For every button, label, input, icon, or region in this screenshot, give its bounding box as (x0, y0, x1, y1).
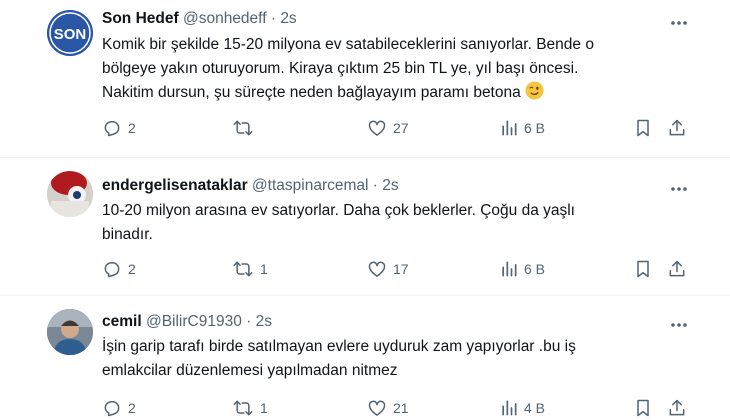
share-icon (669, 399, 685, 416)
action-bar: 2 1 17 6 B (0, 259, 730, 281)
tweet-text: 10-20 milyon arasına ev satıyorlar. Daha… (102, 199, 662, 247)
reply-button[interactable]: 2 (102, 118, 136, 138)
views-icon (502, 400, 517, 416)
svg-text:SON: SON (54, 26, 87, 43)
views-button[interactable]: 6 B (500, 259, 545, 279)
reply-count: 2 (128, 120, 136, 136)
retweet-count: 1 (260, 400, 268, 416)
tweet-3[interactable]: cemil @BilirC91930 · 2s İşin garip taraf… (0, 296, 730, 420)
share-icon (669, 119, 685, 136)
timestamp[interactable]: 2s (280, 10, 296, 27)
views-button[interactable]: 4 B (500, 398, 545, 418)
reply-button[interactable]: 2 (102, 259, 136, 279)
tweet-header: cemil @BilirC91930 · 2s (102, 313, 272, 331)
views-button[interactable]: 6 B (500, 118, 545, 138)
separator-dot: · (270, 10, 276, 27)
bookmark-icon (637, 260, 649, 278)
tweet-2[interactable]: endergelisenataklar @ttaspinarcemal · 2s… (0, 158, 730, 296)
reply-icon (104, 401, 120, 417)
user-handle[interactable]: @BilirC91930 (146, 313, 242, 330)
user-handle[interactable]: @ttaspinarcemal (252, 177, 369, 194)
like-count: 27 (393, 120, 409, 136)
retweet-icon (233, 400, 253, 416)
like-button[interactable]: 21 (367, 398, 409, 418)
share-icon (669, 260, 685, 277)
avatar-image (47, 171, 93, 217)
reply-count: 2 (128, 261, 136, 277)
more-icon[interactable] (668, 314, 690, 336)
tweet-header: Son Hedef @sonhedeff · 2s (102, 10, 297, 28)
timestamp[interactable]: 2s (382, 177, 398, 194)
views-count: 6 B (524, 261, 546, 277)
display-name[interactable]: Son Hedef (102, 10, 179, 27)
action-bar: 2 27 6 B (0, 118, 730, 140)
tweet-line: İşin garip tarafı birde satılmayan evler… (102, 338, 576, 355)
views-icon (502, 120, 517, 136)
avatar[interactable] (47, 309, 93, 355)
views-icon (502, 261, 517, 277)
tweet-line: Nakitim dursun, şu süreçte neden bağlaya… (102, 81, 662, 105)
share-button[interactable] (667, 118, 687, 138)
bookmark-button[interactable] (634, 398, 652, 418)
son-hedef-logo: SON (47, 10, 93, 56)
like-icon (368, 120, 386, 136)
tweet-line: bölgeye yakın oturuyorum. Kiraya çıktım … (102, 60, 579, 77)
avatar-image (47, 309, 93, 355)
display-name[interactable]: cemil (102, 313, 142, 330)
like-count: 21 (393, 400, 409, 416)
tweet-line: emlakcilar düzenlemesi yapılmadan nitmez (102, 362, 398, 379)
retweet-button[interactable]: 1 (232, 259, 268, 279)
share-button[interactable] (667, 259, 687, 279)
tweet-text: İşin garip tarafı birde satılmayan evler… (102, 335, 662, 383)
bookmark-icon (637, 399, 649, 417)
like-button[interactable]: 17 (367, 259, 409, 279)
user-handle[interactable]: @sonhedeff (183, 10, 267, 27)
views-count: 6 B (524, 120, 546, 136)
retweet-button[interactable]: 1 (232, 398, 268, 418)
like-icon (368, 261, 386, 277)
like-button[interactable]: 27 (367, 118, 409, 138)
share-button[interactable] (667, 398, 687, 418)
bookmark-icon (637, 119, 649, 137)
views-count: 4 B (524, 400, 546, 416)
like-icon (368, 400, 386, 416)
reply-icon (104, 121, 120, 137)
bookmark-button[interactable] (634, 259, 652, 279)
tweet-text: Komik bir şekilde 15-20 milyona ev satab… (102, 33, 662, 105)
tweet-line: binadır. (102, 226, 153, 243)
reply-count: 2 (128, 400, 136, 416)
action-bar: 2 1 21 4 B (0, 398, 730, 420)
more-icon[interactable] (668, 178, 690, 200)
avatar[interactable]: SON (47, 10, 93, 56)
separator-dot: · (372, 177, 378, 194)
retweet-count: 1 (260, 261, 268, 277)
display-name[interactable]: endergelisenataklar (102, 177, 248, 194)
tweet-line: Komik bir şekilde 15-20 milyona ev satab… (102, 36, 594, 53)
bookmark-button[interactable] (634, 118, 652, 138)
tweet-1[interactable]: SON Son Hedef @sonhedeff · 2s Komik bir … (0, 0, 730, 160)
retweet-button[interactable] (232, 118, 260, 138)
separator-dot: · (246, 313, 252, 330)
reply-button[interactable]: 2 (102, 398, 136, 418)
retweet-icon (233, 261, 253, 277)
tweet-header: endergelisenataklar @ttaspinarcemal · 2s (102, 177, 399, 195)
timestamp[interactable]: 2s (256, 313, 272, 330)
like-count: 17 (393, 261, 409, 277)
retweet-icon (233, 120, 253, 136)
tweet-line: 10-20 milyon arasına ev satıyorlar. Daha… (102, 202, 575, 219)
avatar[interactable] (47, 171, 93, 217)
reply-icon (104, 262, 120, 278)
more-icon[interactable] (668, 12, 690, 34)
winking-face-icon (525, 81, 544, 100)
